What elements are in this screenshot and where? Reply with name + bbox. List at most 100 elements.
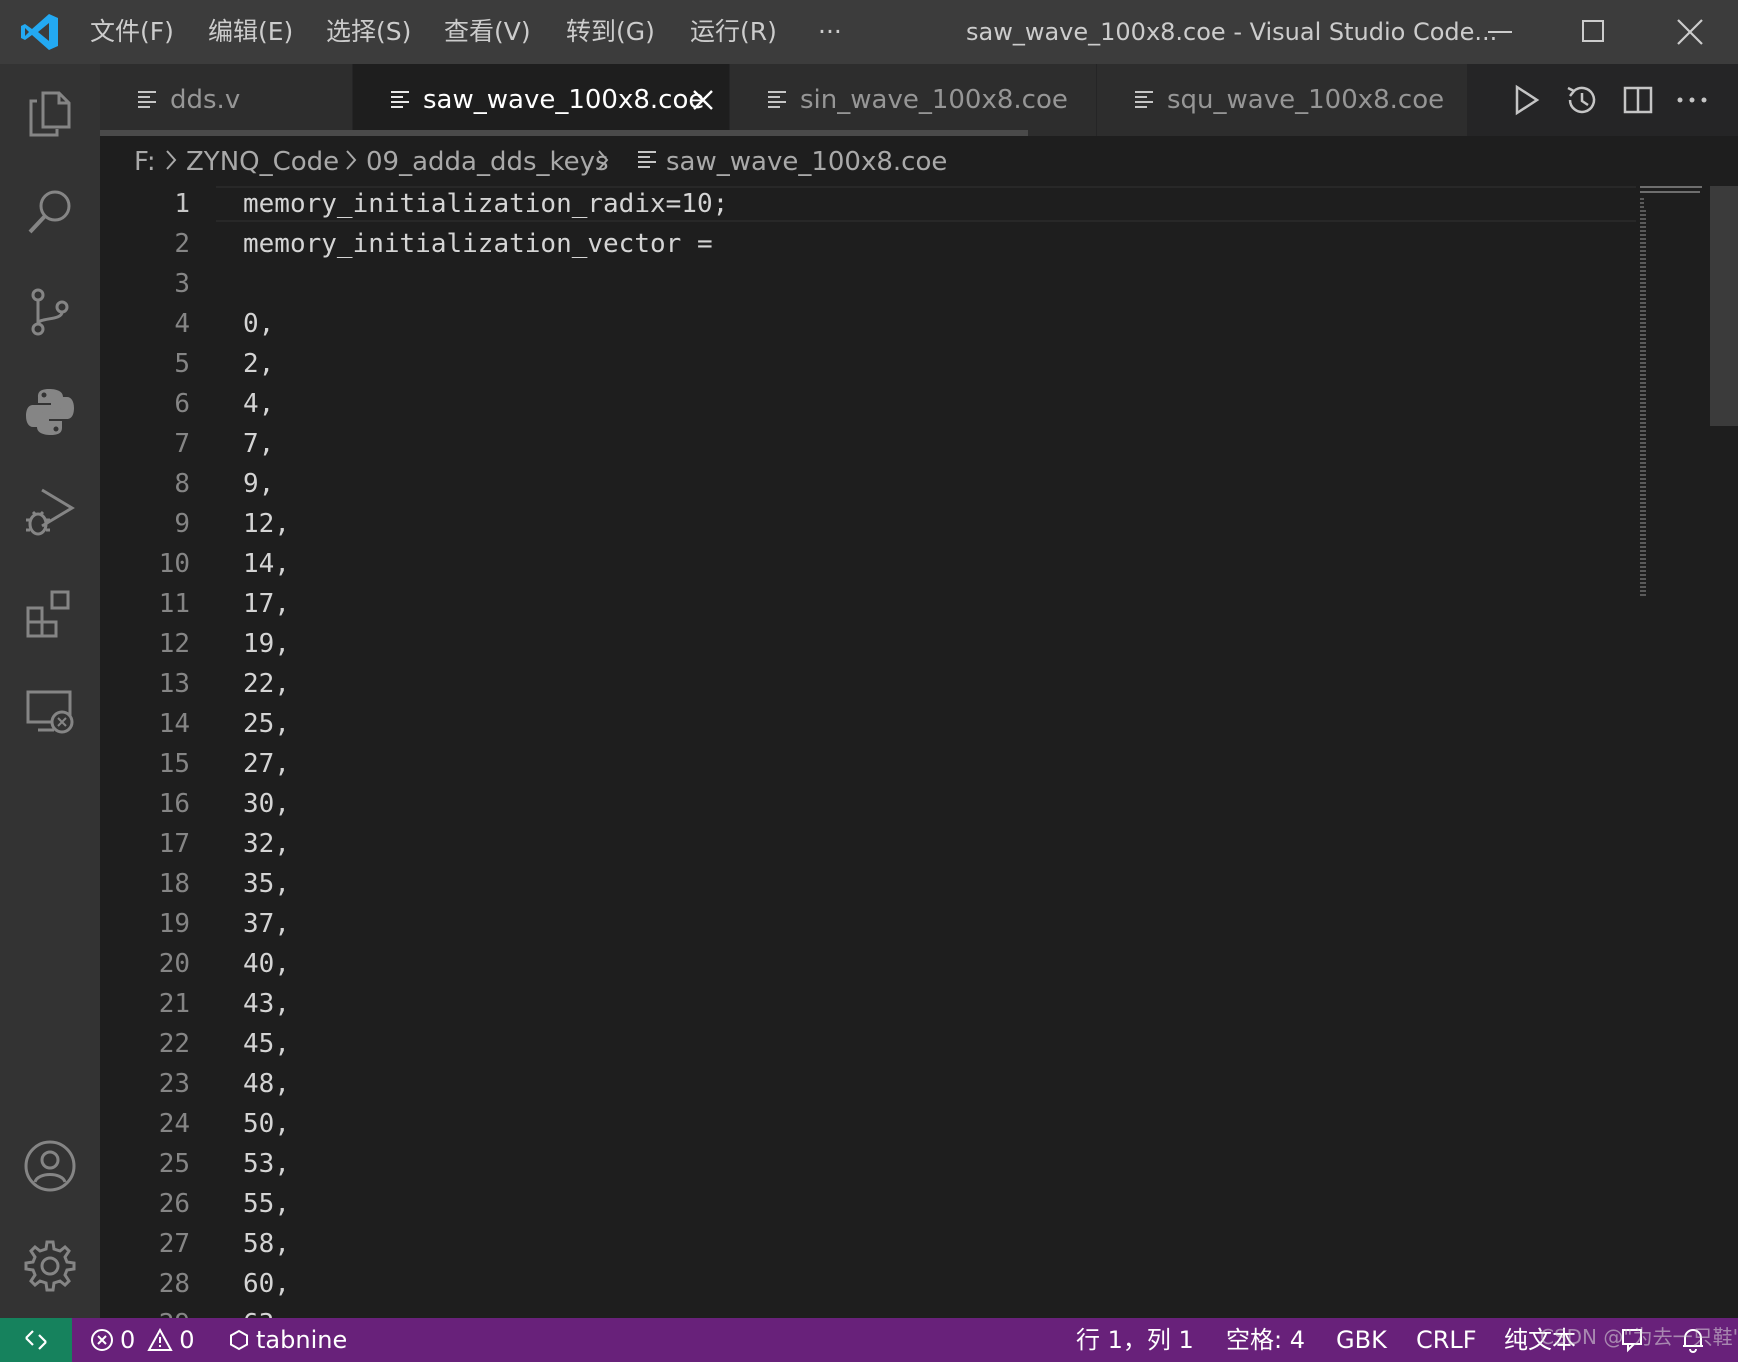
minimap-line [1640, 434, 1646, 436]
remote-indicator[interactable] [0, 1318, 72, 1362]
menu-run[interactable]: 运行(R) [690, 13, 777, 51]
line-text: 14, [243, 549, 290, 579]
line-number: 3 [174, 269, 190, 299]
code-line[interactable]: 9 12, [100, 504, 1500, 544]
source-control-icon[interactable] [22, 284, 78, 340]
line-text: 48, [243, 1069, 290, 1099]
line-text: 12, [243, 509, 290, 539]
minimap-line [1640, 350, 1646, 352]
minimap-line [1640, 494, 1646, 496]
menu-selection[interactable]: 选择(S) [326, 13, 411, 51]
menu-view[interactable]: 查看(V) [444, 13, 531, 51]
code-line[interactable]: 20 40, [100, 944, 1500, 984]
tab-squ-wave[interactable]: squ_wave_100x8.coe [1097, 64, 1468, 136]
minimap-line [1640, 246, 1646, 248]
minimap-line [1640, 234, 1646, 236]
code-line[interactable]: 28 60, [100, 1264, 1500, 1304]
close-window-button[interactable] [1664, 8, 1716, 56]
menu-go[interactable]: 转到(G) [566, 13, 655, 51]
breadcrumb-folder-zynq[interactable]: ZYNQ_Code [186, 142, 339, 182]
maximize-button[interactable] [1568, 8, 1620, 56]
cursor-position[interactable]: 行 1，列 1 [1076, 1318, 1194, 1362]
minimap-line [1640, 230, 1646, 232]
minimap-line [1640, 450, 1646, 452]
line-text: 2, [243, 349, 275, 379]
code-line[interactable]: 3 [100, 264, 1500, 304]
line-text: 4, [243, 389, 275, 419]
line-text: memory_initialization_vector = [243, 229, 713, 259]
code-line[interactable]: 21 43, [100, 984, 1500, 1024]
code-line[interactable]: 7 7, [100, 424, 1500, 464]
code-line[interactable]: 8 9, [100, 464, 1500, 504]
extensions-icon[interactable] [22, 584, 78, 640]
code-line[interactable]: 4 0, [100, 304, 1500, 344]
problems-indicator[interactable]: 0 0 [90, 1318, 195, 1362]
more-actions-button[interactable] [1672, 80, 1712, 120]
code-line[interactable]: 16 30, [100, 784, 1500, 824]
code-line[interactable]: 25 53, [100, 1144, 1500, 1184]
python-icon[interactable] [22, 384, 78, 440]
code-line[interactable]: 5 2, [100, 344, 1500, 384]
minimap-line [1640, 254, 1646, 256]
code-line[interactable]: 15 27, [100, 744, 1500, 784]
menu-edit[interactable]: 编辑(E) [208, 13, 293, 51]
code-line[interactable]: 27 58, [100, 1224, 1500, 1264]
minimize-button[interactable] [1474, 8, 1526, 56]
end-of-line[interactable]: CRLF [1416, 1318, 1477, 1362]
code-line[interactable]: 18 35, [100, 864, 1500, 904]
code-line[interactable]: 17 32, [100, 824, 1500, 864]
breadcrumb-file[interactable]: saw_wave_100x8.coe [666, 142, 947, 182]
minimap-line [1640, 506, 1646, 508]
line-number: 26 [158, 1189, 190, 1219]
line-text: 37, [243, 909, 290, 939]
tab-dds-v[interactable]: dds.v [100, 64, 353, 136]
account-icon[interactable] [22, 1138, 78, 1194]
code-line[interactable]: 24 50, [100, 1104, 1500, 1144]
breadcrumb-folder-dds[interactable]: 09_adda_dds_keys [366, 142, 609, 182]
code-line[interactable]: 6 4, [100, 384, 1500, 424]
indentation[interactable]: 空格: 4 [1226, 1318, 1305, 1362]
code-line[interactable]: 2 memory_initialization_vector = [100, 224, 1500, 264]
minimap-line [1640, 322, 1646, 324]
minimap-line [1640, 238, 1646, 240]
menu-more[interactable]: ··· [818, 13, 842, 51]
line-text: memory_initialization_radix=10; [243, 189, 729, 219]
search-icon[interactable] [22, 184, 78, 240]
minimap[interactable] [1640, 186, 1710, 606]
code-line[interactable]: 22 45, [100, 1024, 1500, 1064]
tabnine-status[interactable]: tabnine [228, 1318, 347, 1362]
breadcrumb-drive[interactable]: F: [134, 142, 156, 182]
settings-gear-icon[interactable] [22, 1238, 78, 1294]
code-line[interactable]: 29 63, [100, 1304, 1500, 1318]
split-editor-button[interactable] [1618, 80, 1658, 120]
scrollbar-thumb[interactable] [1710, 186, 1738, 426]
chevron-right-icon [598, 150, 609, 170]
code-line[interactable]: 23 48, [100, 1064, 1500, 1104]
remote-explorer-icon[interactable] [22, 684, 78, 740]
menu-file[interactable]: 文件(F) [90, 13, 174, 51]
code-editor[interactable]: 1 memory_initialization_radix=10; 2 memory_… [100, 186, 1738, 1318]
code-line[interactable]: 14 25, [100, 704, 1500, 744]
line-number: 14 [158, 709, 190, 739]
minimap-line [1640, 274, 1646, 276]
code-line[interactable]: 10 14, [100, 544, 1500, 584]
run-button[interactable] [1506, 80, 1546, 120]
encoding[interactable]: GBK [1336, 1318, 1387, 1362]
code-line[interactable]: 12 19, [100, 624, 1500, 664]
code-line[interactable]: 19 37, [100, 904, 1500, 944]
run-debug-icon[interactable] [22, 484, 78, 540]
minimap-line [1640, 334, 1646, 336]
code-line[interactable]: 11 17, [100, 584, 1500, 624]
breadcrumb: F: ZYNQ_Code 09_adda_dds_keys saw_wave_1… [100, 136, 1738, 186]
code-line[interactable]: 26 55, [100, 1184, 1500, 1224]
code-line[interactable]: 13 22, [100, 664, 1500, 704]
timeline-button[interactable] [1562, 80, 1602, 120]
tab-sin-wave[interactable]: sin_wave_100x8.coe [730, 64, 1097, 136]
code-line[interactable]: 1 memory_initialization_radix=10; [100, 186, 1500, 224]
tab-saw-wave[interactable]: saw_wave_100x8.coe [353, 64, 730, 136]
line-number: 19 [158, 909, 190, 939]
minimap-line [1640, 346, 1646, 348]
close-tab-icon[interactable] [689, 86, 717, 114]
explorer-icon[interactable] [22, 84, 78, 140]
minimap-line [1640, 442, 1646, 444]
